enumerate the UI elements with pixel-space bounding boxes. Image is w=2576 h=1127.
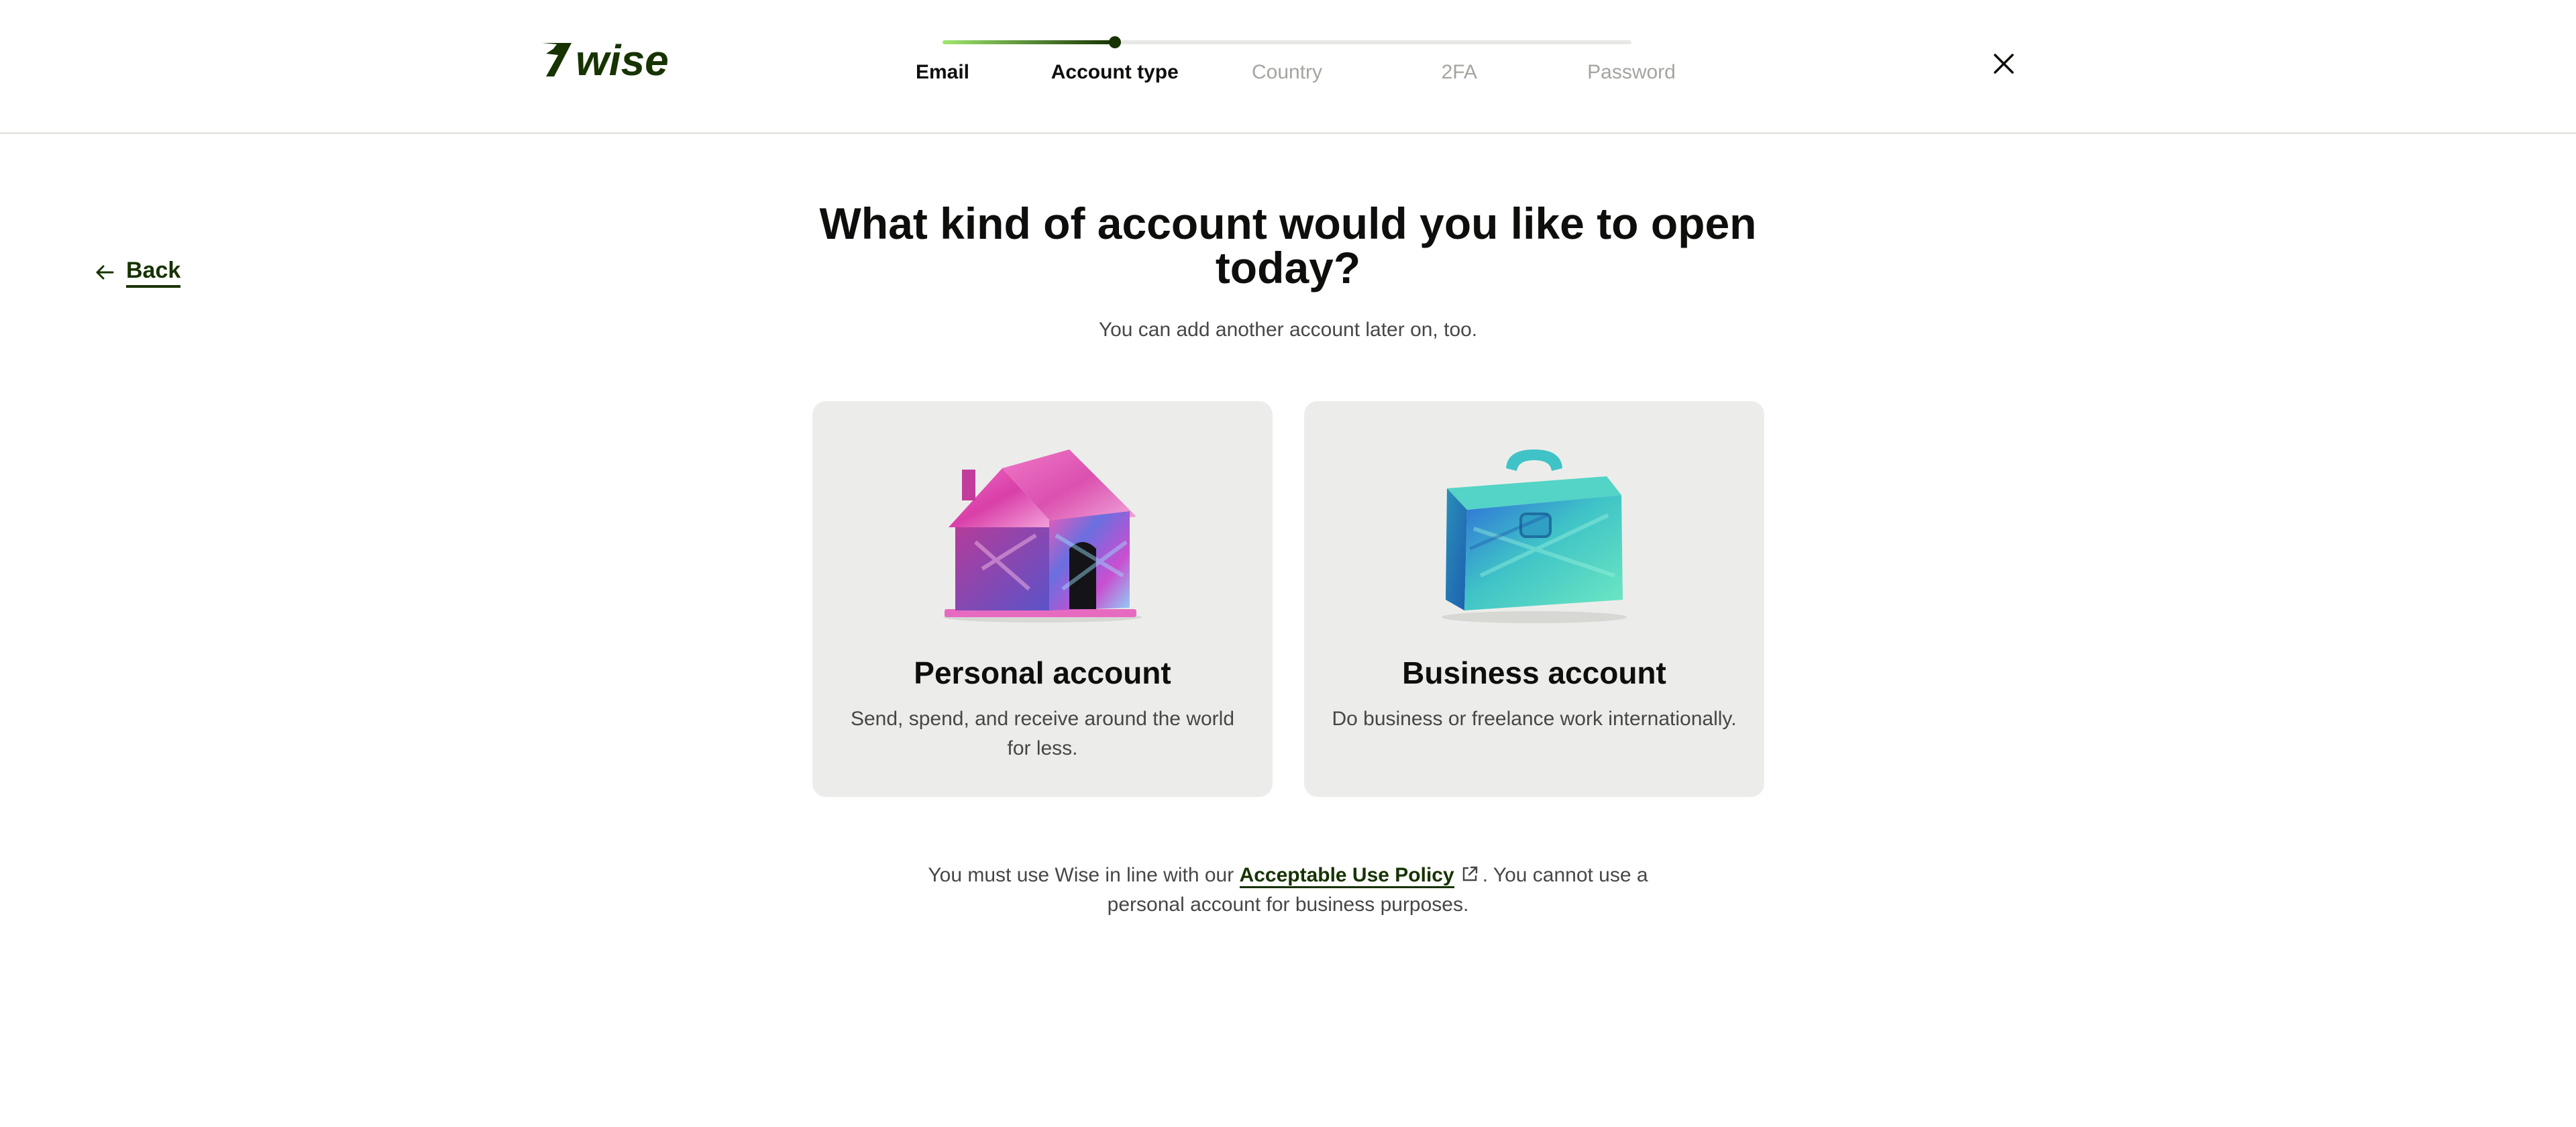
step-email: Email — [915, 61, 970, 83]
personal-account-description: Send, spend, and receive around the worl… — [850, 708, 1235, 759]
acceptable-use-policy-link[interactable]: Acceptable Use Policy — [1239, 864, 1454, 888]
briefcase-illustration — [1427, 441, 1642, 629]
step-account-type: Account type — [1051, 61, 1179, 83]
policy-text-before: You must use Wise in line with our — [928, 864, 1240, 886]
close-button[interactable] — [1987, 47, 2021, 80]
business-account-title: Business account — [1402, 655, 1666, 690]
business-account-description: Do business or freelance work internatio… — [1332, 708, 1737, 730]
business-account-card[interactable]: Business account Do business or freelanc… — [1304, 401, 1764, 797]
stepper-progress — [943, 40, 1115, 44]
step-password: Password — [1587, 61, 1676, 83]
external-link-icon[interactable] — [1460, 864, 1480, 884]
arrow-left-icon — [94, 262, 115, 283]
house-illustration — [935, 441, 1150, 629]
back-label: Back — [126, 257, 181, 288]
close-icon — [1994, 54, 2014, 74]
step-2fa: 2FA — [1441, 61, 1477, 83]
back-button[interactable]: Back — [94, 255, 181, 290]
page-title: What kind of account would you like to o… — [819, 199, 1757, 292]
personal-account-card[interactable]: Personal account Send, spend, and receiv… — [812, 401, 1273, 797]
wise-logo-text: wise — [576, 39, 669, 80]
page-subtitle: You can add another account later on, to… — [1098, 319, 1478, 341]
step-country: Country — [1251, 61, 1323, 83]
policy-note: You must use Wise in line with our Accep… — [919, 861, 1657, 920]
stepper-current-dot — [1108, 36, 1121, 48]
personal-account-title: Personal account — [914, 655, 1171, 690]
wise-flag-logo-icon: wise — [542, 39, 669, 80]
wise-logo[interactable]: wise — [539, 39, 683, 80]
progress-stepper: Email Account type Country 2FA Password — [909, 34, 1687, 94]
header-bar: wise Email Account type Country 2FA Pass… — [0, 0, 2576, 134]
